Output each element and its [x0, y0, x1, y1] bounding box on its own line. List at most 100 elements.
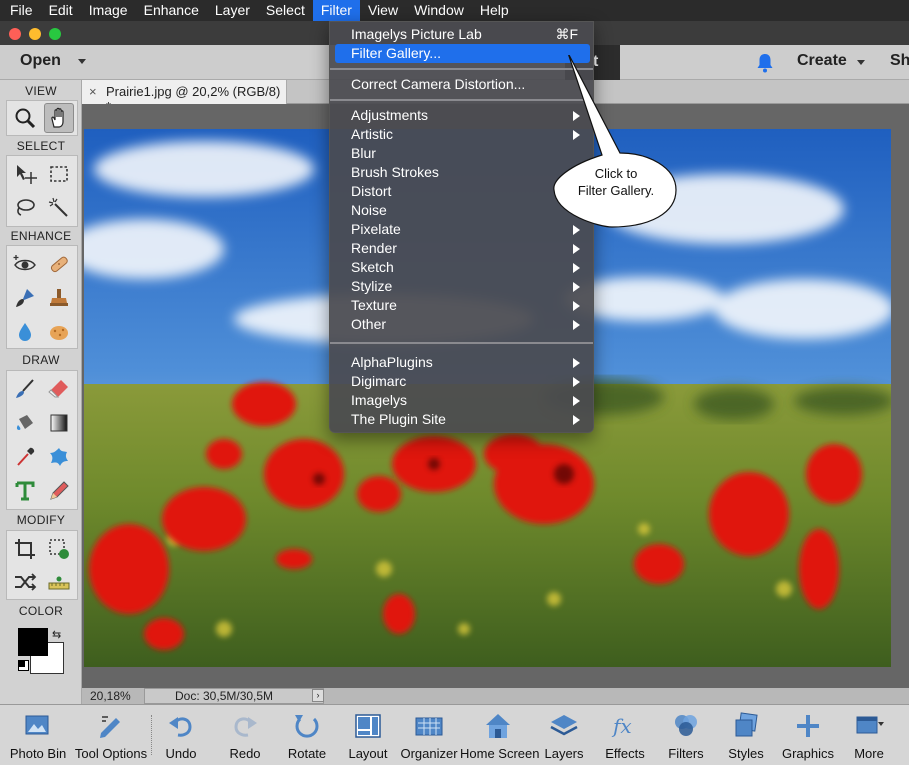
type-tool-icon[interactable] — [10, 476, 40, 506]
bottom-panel-bar: Photo Bin Tool Options Undo Redo Rotate … — [0, 704, 909, 765]
share-button[interactable]: Sh — [890, 52, 909, 70]
menu-item-imagelys-picture-lab[interactable]: Imagelys Picture Lab ⌘F — [335, 25, 590, 44]
status-menu-chevron-icon[interactable]: › — [312, 689, 324, 702]
smart-brush-tool-icon[interactable] — [10, 283, 40, 313]
section-draw-label: DRAW — [22, 353, 60, 367]
home-screen-button[interactable]: Home Screen — [460, 705, 540, 765]
swap-colors-icon[interactable]: ⇆ — [52, 628, 61, 641]
menu-filter[interactable]: Filter — [312, 0, 360, 21]
menu-edit[interactable]: Edit — [41, 0, 81, 21]
modify-tools-group — [6, 530, 78, 600]
more-button[interactable]: More — [842, 705, 896, 765]
undo-button[interactable]: Undo — [156, 705, 206, 765]
notifications-bell-icon[interactable] — [756, 53, 774, 73]
lasso-tool-icon[interactable] — [10, 193, 40, 223]
filters-button[interactable]: Filters — [660, 705, 712, 765]
menu-bar: File Edit Image Enhance Layer Select Fil… — [0, 0, 909, 21]
layout-button[interactable]: Layout — [342, 705, 394, 765]
clone-stamp-tool-icon[interactable] — [44, 283, 74, 313]
effects-button[interactable]: fx Effects — [598, 705, 652, 765]
tool-options-button[interactable]: Tool Options — [74, 705, 148, 765]
pencil-tool-icon[interactable] — [44, 476, 74, 506]
menu-item-sketch[interactable]: Sketch — [335, 258, 590, 277]
color-picker-tool-icon[interactable] — [10, 442, 40, 472]
recompose-tool-icon[interactable] — [44, 534, 74, 564]
draw-tools-group — [6, 370, 78, 510]
menu-item-digimarc[interactable]: Digimarc — [335, 372, 590, 391]
menu-image[interactable]: Image — [81, 0, 136, 21]
submenu-arrow-icon — [573, 377, 580, 387]
brush-tool-icon[interactable] — [10, 374, 40, 404]
create-dropdown-caret-icon[interactable] — [857, 60, 865, 65]
menu-view[interactable]: View — [360, 0, 406, 21]
more-label: More — [854, 746, 884, 761]
hand-tool-icon[interactable] — [44, 103, 74, 133]
paint-bucket-tool-icon[interactable] — [10, 408, 40, 438]
content-aware-move-tool-icon[interactable] — [10, 567, 40, 597]
submenu-arrow-icon — [573, 263, 580, 273]
menu-item-label: Artistic — [351, 126, 393, 142]
menu-item-render[interactable]: Render — [335, 239, 590, 258]
redo-button[interactable]: Redo — [220, 705, 270, 765]
home-screen-label: Home Screen — [460, 746, 540, 761]
menu-window[interactable]: Window — [406, 0, 472, 21]
layers-button[interactable]: Layers — [538, 705, 590, 765]
menu-item-label: Sketch — [351, 259, 394, 275]
status-bar: 20,18% Doc: 30,5M/30,5M › — [82, 688, 909, 704]
custom-shape-tool-icon[interactable] — [44, 442, 74, 472]
photo-bin-button[interactable]: Photo Bin — [4, 705, 72, 765]
menu-help[interactable]: Help — [472, 0, 517, 21]
menu-item-imagelys[interactable]: Imagelys — [335, 391, 590, 410]
zoom-tool-icon[interactable] — [10, 103, 40, 133]
menu-item-other[interactable]: Other — [335, 315, 590, 334]
document-tab[interactable]: × Prairie1.jpg @ 20,2% (RGB/8) * — [82, 80, 287, 114]
more-icon — [856, 716, 884, 734]
organizer-icon — [415, 717, 443, 736]
sponge-tool-icon[interactable] — [44, 317, 74, 347]
menu-item-label: Pixelate — [351, 221, 401, 237]
select-tools-group — [6, 155, 78, 227]
organizer-button[interactable]: Organizer — [398, 705, 460, 765]
open-button[interactable]: Open — [20, 52, 61, 70]
layers-icon — [550, 715, 578, 736]
close-window-button[interactable] — [9, 28, 21, 40]
enhance-tools-group — [6, 245, 78, 349]
styles-button[interactable]: Styles — [720, 705, 772, 765]
rotate-button[interactable]: Rotate — [280, 705, 334, 765]
marquee-tool-icon[interactable] — [44, 159, 74, 189]
blur-tool-icon[interactable] — [10, 317, 40, 347]
menu-item-alphaplugins[interactable]: AlphaPlugins — [335, 353, 590, 372]
open-dropdown-caret-icon[interactable] — [78, 59, 86, 64]
quick-selection-tool-icon[interactable] — [44, 193, 74, 223]
graphics-button[interactable]: Graphics — [780, 705, 836, 765]
zoom-level[interactable]: 20,18% — [90, 689, 131, 703]
section-enhance-label: ENHANCE — [10, 229, 72, 243]
menu-item-stylize[interactable]: Stylize — [335, 277, 590, 296]
zoom-window-button[interactable] — [49, 28, 61, 40]
default-colors-icon[interactable] — [18, 660, 29, 671]
minimize-window-button[interactable] — [29, 28, 41, 40]
move-tool-icon[interactable] — [10, 159, 40, 189]
straighten-tool-icon[interactable] — [44, 567, 74, 597]
create-button[interactable]: Create — [797, 52, 847, 70]
menu-enhance[interactable]: Enhance — [136, 0, 207, 21]
gradient-tool-icon[interactable] — [44, 408, 74, 438]
eraser-tool-icon[interactable] — [44, 374, 74, 404]
callout-line-2: Filter Gallery. — [577, 183, 655, 198]
menu-layer[interactable]: Layer — [207, 0, 258, 21]
layers-label: Layers — [544, 746, 584, 761]
menu-select[interactable]: Select — [258, 0, 313, 21]
menu-item-texture[interactable]: Texture — [335, 296, 590, 315]
red-eye-tool-icon[interactable] — [10, 249, 40, 279]
menu-item-label: Imagelys — [351, 392, 408, 408]
menu-item-the-plugin-site[interactable]: The Plugin Site — [335, 410, 590, 429]
graphics-icon — [797, 715, 819, 737]
close-document-icon[interactable]: × — [89, 84, 97, 99]
menu-file[interactable]: File — [0, 0, 41, 21]
menu-separator — [330, 342, 593, 344]
foreground-color-swatch[interactable] — [18, 628, 48, 656]
menu-item-label: Texture — [351, 297, 397, 313]
submenu-arrow-icon — [573, 282, 580, 292]
crop-tool-icon[interactable] — [10, 534, 40, 564]
spot-healing-tool-icon[interactable] — [44, 249, 74, 279]
